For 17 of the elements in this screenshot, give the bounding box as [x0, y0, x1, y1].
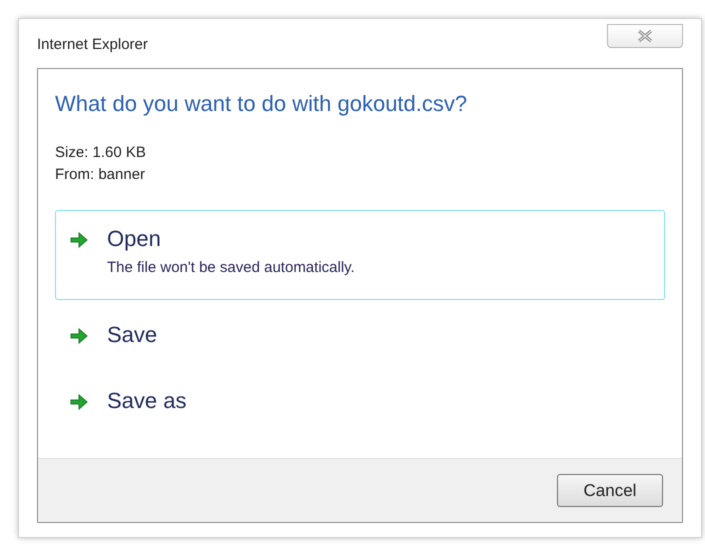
option-button[interactable]: Save as	[55, 370, 665, 432]
option-description: The file won't be saved automatically.	[107, 258, 355, 278]
arrow-icon	[69, 231, 89, 249]
cancel-button[interactable]: Cancel	[557, 474, 663, 507]
arrow-icon	[69, 393, 89, 411]
option-button[interactable]: Open The file won't be saved automatically.	[55, 210, 665, 300]
option-label: Save	[107, 321, 158, 349]
file-detail: From: banner	[55, 165, 146, 185]
close-icon	[637, 30, 653, 42]
window-title: Internet Explorer	[37, 35, 148, 56]
file-detail: Size: 1.60 KB	[55, 143, 147, 163]
option-button[interactable]: Save	[55, 304, 665, 366]
arrow-icon	[69, 327, 89, 345]
option-label: Open	[107, 225, 162, 253]
option-label: Save as	[107, 387, 186, 415]
dialog-heading: What do you want to do with gokoutd.csv?	[55, 90, 468, 118]
close-button[interactable]	[607, 24, 683, 48]
